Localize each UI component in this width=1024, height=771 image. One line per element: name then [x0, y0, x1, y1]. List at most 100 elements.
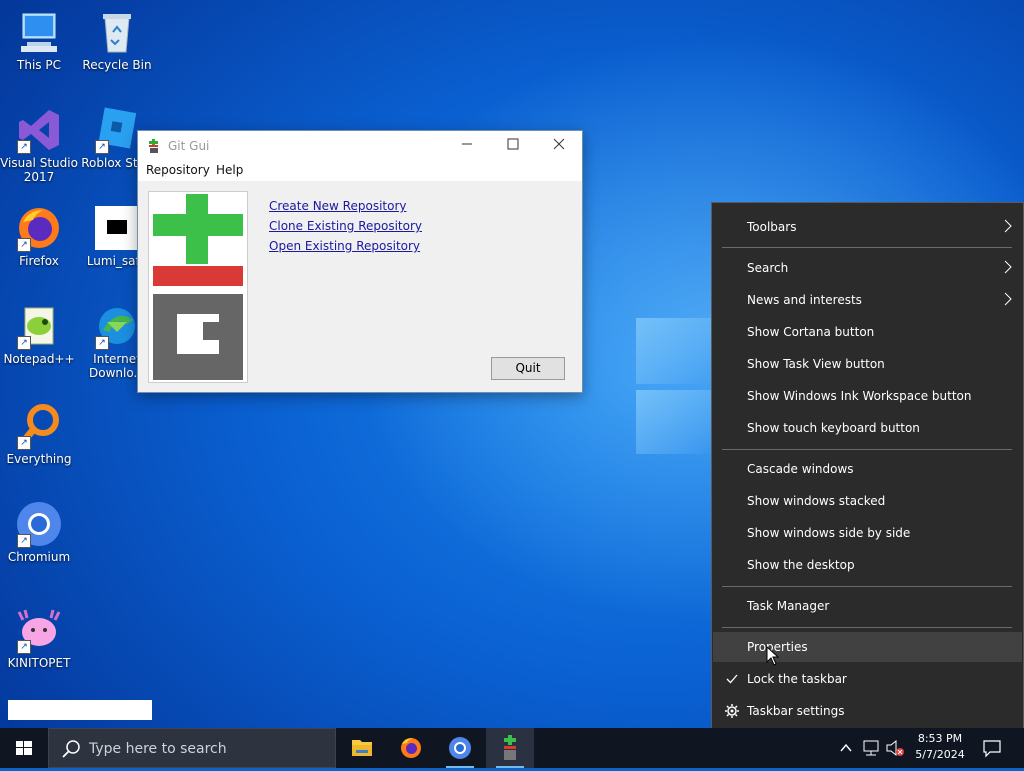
menu-item-taskbar-settings[interactable]: Taskbar settings — [713, 696, 1022, 726]
desktop-icon-label: Everything — [6, 452, 72, 466]
shortcut-arrow-icon: ↗ — [17, 640, 31, 654]
window-body: Create New Repository Clone Existing Rep… — [138, 181, 582, 392]
taskbar-git-gui[interactable] — [486, 728, 534, 768]
taskbar-firefox[interactable] — [387, 728, 435, 768]
desktop-icon-firefox[interactable]: ↗ Firefox — [0, 204, 78, 268]
taskbar-chromium[interactable] — [436, 728, 484, 768]
menu-item-lock-the-taskbar[interactable]: Lock the taskbar — [713, 664, 1022, 694]
chevron-up-icon[interactable] — [838, 728, 854, 768]
menu-item-news-and-interests[interactable]: News and interests — [713, 285, 1022, 315]
clone-existing-repository-link[interactable]: Clone Existing Repository — [269, 219, 422, 233]
menu-item-toolbars[interactable]: Toolbars — [713, 212, 1022, 242]
menu-item-cascade-windows[interactable]: Cascade windows — [713, 454, 1022, 484]
minimize-icon — [462, 143, 472, 145]
desktop-icon-label: Recycle Bin — [82, 58, 152, 72]
desktop-icon-label: KINITOPET — [7, 656, 71, 670]
system-clock[interactable]: 8:53 PM 5/7/2024 — [905, 731, 975, 763]
start-button[interactable] — [0, 728, 48, 768]
menu-item-show-cortana-button[interactable]: Show Cortana button — [713, 317, 1022, 347]
menu-item-properties[interactable]: Properties — [713, 632, 1022, 662]
close-button[interactable] — [536, 131, 582, 161]
computer-icon — [15, 8, 63, 56]
shortcut-arrow-icon: ↗ — [17, 534, 31, 548]
kinitopet-icon: ↗ — [15, 606, 63, 654]
minimize-button[interactable] — [444, 131, 490, 161]
chevron-right-icon — [1004, 219, 1012, 233]
quit-button[interactable]: Quit — [491, 357, 565, 380]
lumi-safe-icon — [93, 204, 141, 252]
menu-item-label: Taskbar settings — [747, 704, 845, 718]
git-gui-app-icon — [149, 139, 158, 153]
menu-item-label: Show Cortana button — [747, 325, 875, 339]
chevron-right-icon — [1004, 260, 1012, 274]
notifications-icon[interactable] — [980, 728, 1004, 768]
shortcut-arrow-icon: ↗ — [95, 336, 109, 350]
shortcut-arrow-icon: ↗ — [17, 336, 31, 350]
desktop-icon-chromium[interactable]: ↗ Chromium — [0, 500, 78, 564]
menu-item-search[interactable]: Search — [713, 253, 1022, 283]
menu-item-label: Task Manager — [747, 599, 830, 613]
desktop-icon-label: Notepad++ — [3, 352, 75, 366]
menu-bar: Repository Help — [138, 161, 582, 181]
download-manager-icon: ↗ — [93, 302, 141, 350]
shortcut-arrow-icon: ↗ — [17, 238, 31, 252]
menu-item-label: Show windows stacked — [747, 494, 886, 508]
desktop-icon-this-pc[interactable]: This PC — [0, 8, 78, 72]
chromium-icon: ↗ — [15, 500, 63, 548]
menu-item-label: Search — [747, 261, 789, 275]
desktop-icon-recycle-bin[interactable]: Recycle Bin — [78, 8, 156, 72]
taskbar-search-box[interactable]: Type here to search — [48, 728, 336, 768]
desktop-icon-notepad-plus-plus[interactable]: ↗ Notepad++ — [0, 302, 78, 366]
menu-item-show-touch-keyboard-button[interactable]: Show touch keyboard button — [713, 413, 1022, 443]
window-title: Git Gui — [168, 139, 210, 153]
firefox-icon: ↗ — [15, 204, 63, 252]
create-new-repository-link[interactable]: Create New Repository — [269, 199, 406, 213]
menu-item-label: Cascade windows — [747, 462, 854, 476]
menu-item-task-manager[interactable]: Task Manager — [713, 591, 1022, 621]
menu-item-show-task-view-button[interactable]: Show Task View button — [713, 349, 1022, 379]
menu-separator — [722, 449, 1012, 450]
menu-item-show-windows-side-by-side[interactable]: Show windows side by side — [713, 518, 1022, 548]
file-explorer-icon — [352, 740, 372, 756]
open-existing-repository-link[interactable]: Open Existing Repository — [269, 239, 420, 253]
search-placeholder: Type here to search — [89, 741, 227, 757]
menu-item-label: News and interests — [747, 293, 862, 307]
menu-item-label: Show touch keyboard button — [747, 421, 920, 435]
menu-item-show-windows-stacked[interactable]: Show windows stacked — [713, 486, 1022, 516]
menu-item-show-the-desktop[interactable]: Show the desktop — [713, 550, 1022, 580]
window-titlebar[interactable]: Git Gui — [138, 131, 582, 161]
taskbar: Type here to search 8:53 PM 5/7/2024 — [0, 728, 1024, 768]
close-icon — [553, 138, 565, 150]
maximize-button[interactable] — [490, 131, 536, 161]
menu-item-show-windows-ink-workspace-button[interactable]: Show Windows Ink Workspace button — [713, 381, 1022, 411]
chromium-icon — [449, 737, 471, 759]
wallpaper-logo-pane — [636, 390, 716, 454]
notepad-plus-plus-icon: ↗ — [15, 302, 63, 350]
desktop-icon-visual-studio[interactable]: ↗ Visual Studio 2017 — [0, 106, 78, 184]
menu-item-label: Show Task View button — [747, 357, 885, 371]
shortcut-arrow-icon: ↗ — [17, 140, 31, 154]
firefox-icon — [401, 738, 421, 758]
menu-repository[interactable]: Repository — [146, 163, 210, 177]
menu-item-label: Show the desktop — [747, 558, 855, 572]
desktop-icon-everything[interactable]: ↗ Everything — [0, 402, 78, 466]
taskbar-file-explorer[interactable] — [338, 728, 386, 768]
desktop-icon-label: This PC — [17, 58, 61, 72]
volume-muted-icon[interactable] — [884, 728, 906, 768]
menu-help[interactable]: Help — [216, 163, 243, 177]
network-icon[interactable] — [861, 728, 881, 768]
search-icon — [62, 740, 80, 758]
desktop-icon-kinitopet[interactable]: ↗ KINITOPET — [0, 606, 78, 670]
clock-time: 8:53 PM — [917, 732, 963, 745]
desktop-icon-label: Chromium — [7, 550, 71, 564]
wallpaper-logo-pane — [636, 318, 716, 384]
maximize-icon — [507, 138, 519, 150]
menu-separator — [722, 627, 1012, 628]
desktop-icon-label: Visual Studio 2017 — [0, 156, 78, 184]
mouse-cursor-icon — [766, 646, 780, 666]
clock-date: 5/7/2024 — [915, 748, 965, 761]
shortcut-arrow-icon: ↗ — [17, 436, 31, 450]
shortcut-arrow-icon: ↗ — [95, 140, 109, 154]
roblox-studio-icon: ↗ — [93, 106, 141, 154]
white-blank-bar — [8, 700, 152, 720]
